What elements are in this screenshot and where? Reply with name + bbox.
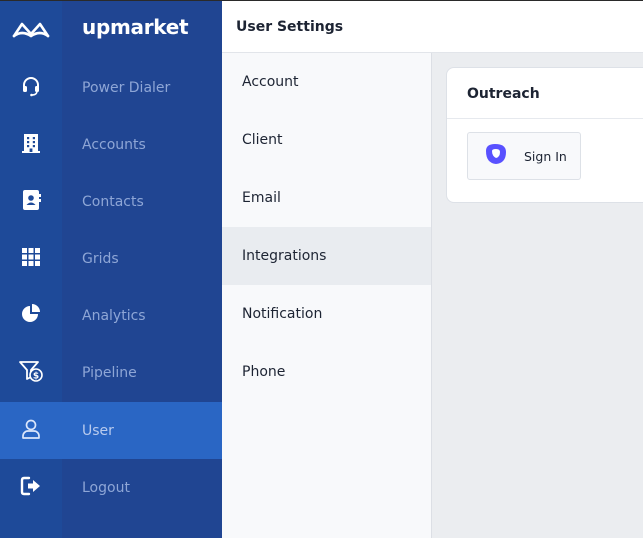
sidebar-item-accounts[interactable]: Accounts <box>62 116 222 173</box>
app-window: $ upmarket Power Dialer Accounts Contact… <box>0 0 643 538</box>
contact-card-icon <box>21 189 41 215</box>
sidebar-item-user[interactable]: User <box>62 402 222 459</box>
sidebar-labels: upmarket Power Dialer Accounts Contacts … <box>62 1 222 538</box>
sidebar-item-grids[interactable]: Grids <box>62 230 222 287</box>
headset-icon <box>20 75 42 101</box>
sidebar-item-contacts[interactable]: Contacts <box>62 173 222 230</box>
outreach-sign-in-button[interactable]: Sign In <box>467 132 581 180</box>
logout-icon <box>20 475 42 501</box>
pie-chart-icon <box>20 303 42 329</box>
upmarket-logo-icon[interactable] <box>0 1 62 59</box>
settings-item-account[interactable]: Account <box>222 53 431 111</box>
rail-item-logout[interactable] <box>0 459 62 516</box>
building-icon <box>21 132 41 158</box>
grid-icon <box>21 247 41 271</box>
sign-in-label: Sign In <box>524 148 567 164</box>
svg-text:$: $ <box>33 371 39 381</box>
brand-name: upmarket <box>82 15 189 39</box>
sidebar-item-logout[interactable]: Logout <box>62 459 222 516</box>
funnel-dollar-icon: $ <box>18 359 44 387</box>
rail-item-pipeline[interactable]: $ <box>0 344 62 401</box>
settings-item-notification[interactable]: Notification <box>222 285 431 343</box>
rail-item-accounts[interactable] <box>0 116 62 173</box>
settings-item-phone[interactable]: Phone <box>222 343 431 401</box>
user-icon <box>20 418 42 444</box>
settings-menu: User Settings Account Client Email Integ… <box>222 1 643 538</box>
outreach-logo-icon <box>482 141 510 171</box>
sidebar-item-analytics[interactable]: Analytics <box>62 287 222 344</box>
page-title: User Settings <box>222 1 643 53</box>
settings-item-email[interactable]: Email <box>222 169 431 227</box>
rail-item-grids[interactable] <box>0 230 62 287</box>
settings-item-client[interactable]: Client <box>222 111 431 169</box>
settings-item-integrations[interactable]: Integrations <box>222 227 431 285</box>
rail-item-analytics[interactable] <box>0 287 62 344</box>
rail-item-user[interactable] <box>0 402 62 459</box>
outreach-card: Outreach Sign In <box>446 67 643 203</box>
card-divider <box>447 118 643 119</box>
integrations-content: Outreach Sign In <box>432 53 643 538</box>
rail-item-power-dialer[interactable] <box>0 59 62 116</box>
icon-rail: $ <box>0 1 62 538</box>
rail-item-contacts[interactable] <box>0 173 62 230</box>
card-title: Outreach <box>467 86 540 102</box>
sidebar-item-power-dialer[interactable]: Power Dialer <box>62 59 222 116</box>
sidebar-item-pipeline[interactable]: Pipeline <box>62 344 222 401</box>
